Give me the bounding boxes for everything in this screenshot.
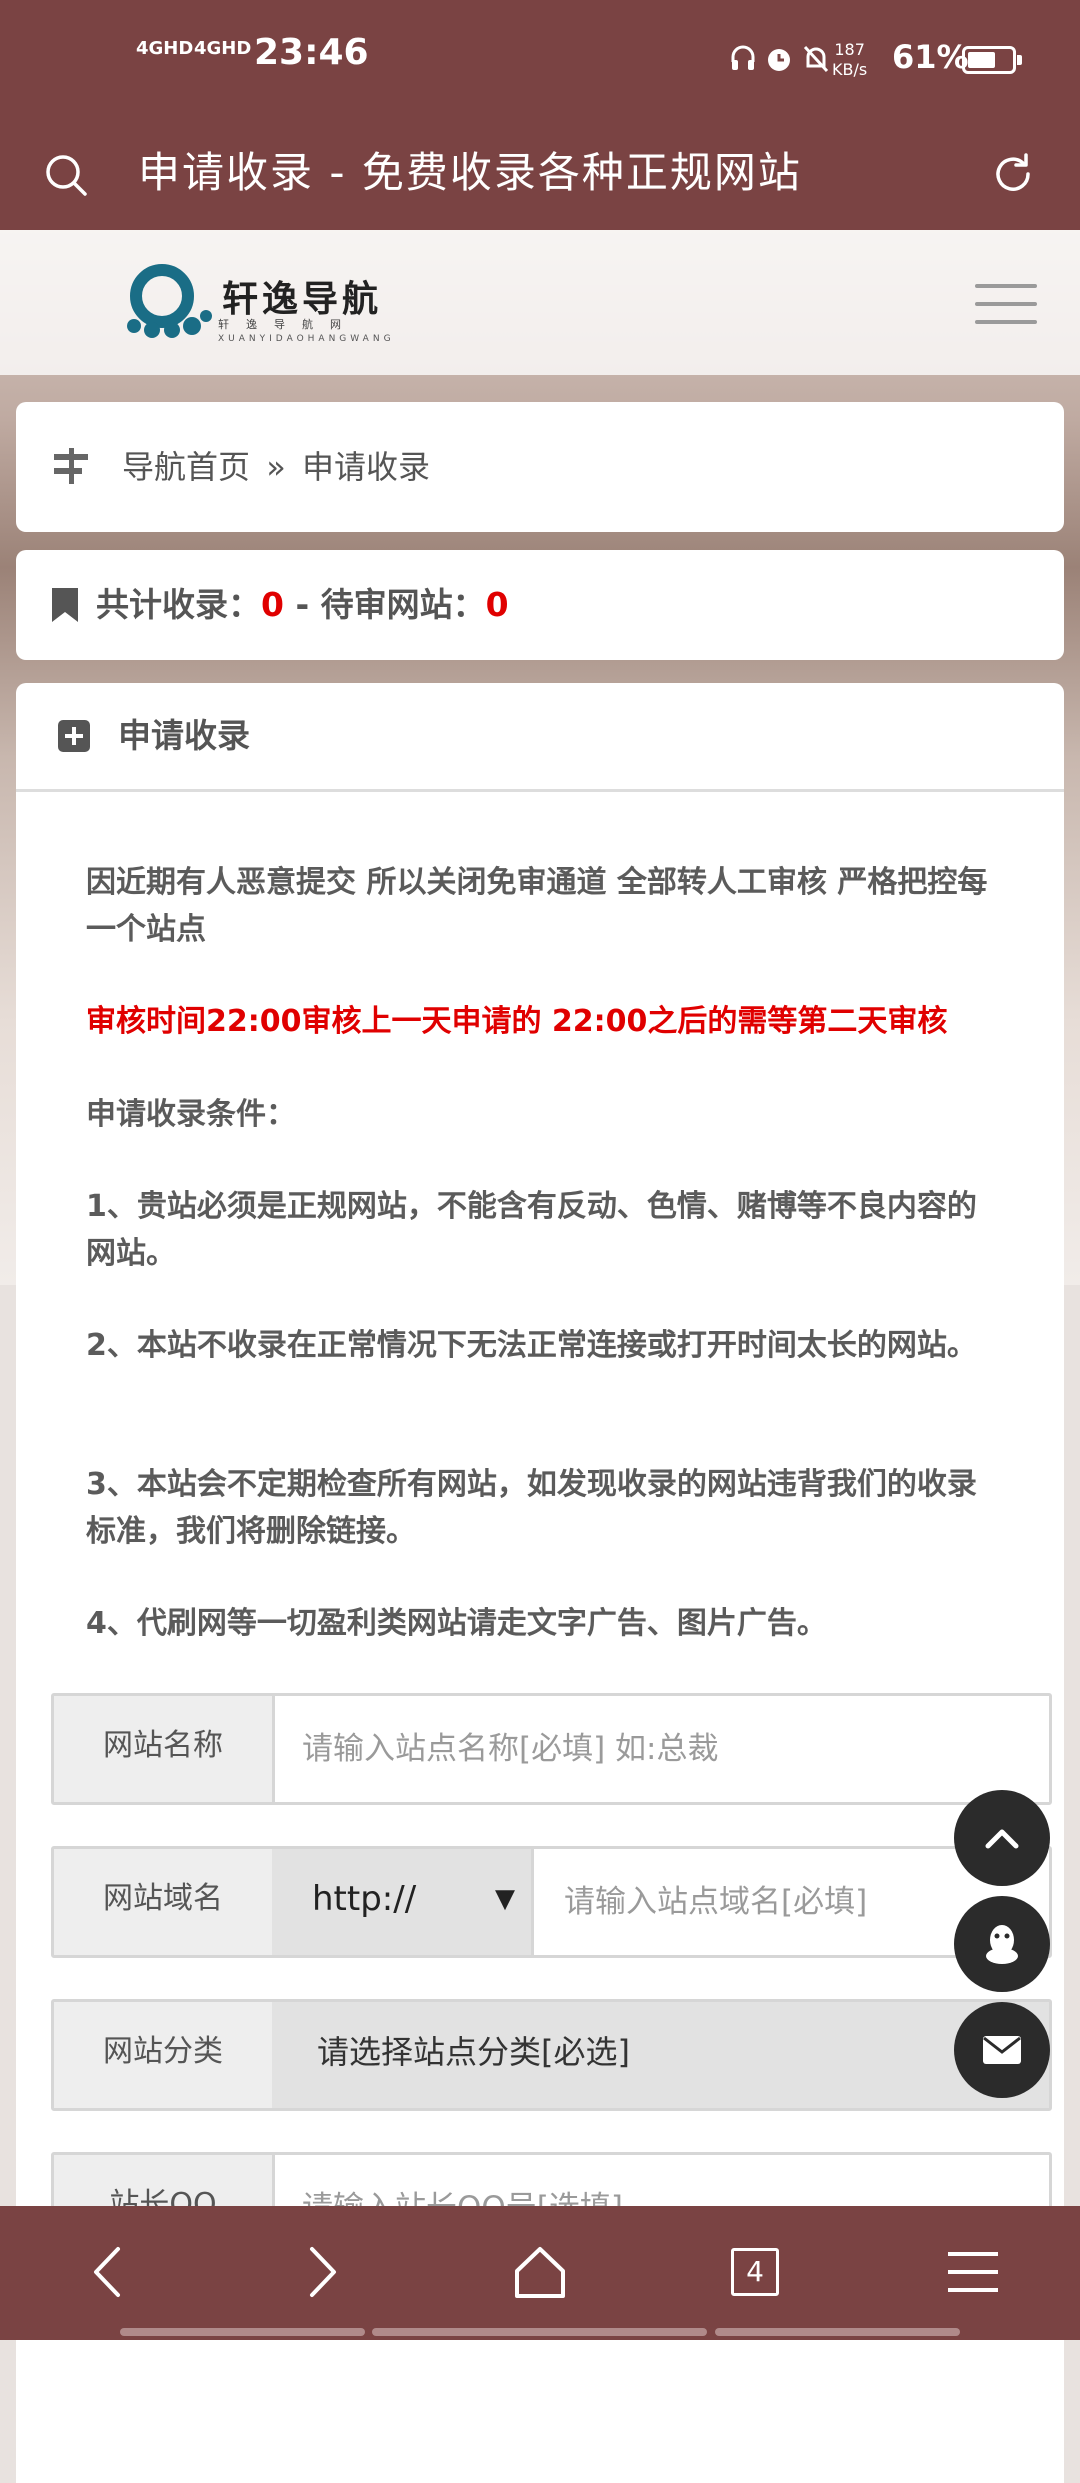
breadcrumb-trail: 导航首页 » 申请收录 <box>122 402 430 532</box>
email-contact-button[interactable] <box>954 2002 1050 2098</box>
chevron-left-icon <box>94 2247 120 2297</box>
site-logo-icon[interactable] <box>122 262 214 342</box>
net-speed-value: 187 <box>834 40 865 59</box>
refresh-icon[interactable] <box>990 151 1036 197</box>
tab-count: 4 <box>731 2248 779 2296</box>
back-to-top-button[interactable] <box>954 1790 1050 1886</box>
home-icon <box>515 2247 565 2298</box>
stats-text: 共计收录：0 - 待审网站：0 <box>96 550 509 660</box>
forward-button[interactable] <box>278 2232 368 2312</box>
stats-bar: 共计收录：0 - 待审网站：0 <box>16 550 1064 660</box>
site-category-select[interactable]: 请选择站点分类[必选] <box>272 2002 1049 2108</box>
site-category-row: 网站分类 请选择站点分类[必选] <box>51 1999 1052 2111</box>
bookmark-icon <box>52 588 78 622</box>
gesture-bar-center <box>372 2328 707 2336</box>
battery-percent: 61% <box>892 38 969 76</box>
site-name-input[interactable] <box>272 1696 1043 1802</box>
site-logo-pinyin: XUANYIDAOHANGWANG <box>218 334 395 344</box>
mute-bell-icon <box>803 45 829 73</box>
battery-icon <box>962 46 1022 74</box>
notice-manual-review: 因近期有人恶意提交 所以关闭免审通道 全部转人工审核 严格把控每一个站点 <box>86 865 988 947</box>
site-name-label: 网站名称 <box>54 1696 275 1802</box>
net-speed-unit: KB/s <box>832 60 868 79</box>
total-label: 共计收录： <box>96 585 261 624</box>
condition-3: 3、本站会不定期检查所有网站，如发现收录的网站违背我们的收录标准，我们将删除链接… <box>86 1467 977 1549</box>
tabs-button[interactable]: 4 <box>710 2232 800 2312</box>
page-title[interactable]: 申请收录 - 免费收录各种正规网站 <box>138 115 802 230</box>
breadcrumb: 导航首页 » 申请收录 <box>16 402 1064 532</box>
site-logo-text[interactable]: 轩逸导航 <box>222 270 382 322</box>
stats-separator: - <box>283 585 321 624</box>
plus-square-icon <box>58 720 90 752</box>
pending-label: 待审网站： <box>320 585 486 624</box>
site-name-row: 网站名称 <box>51 1693 1052 1805</box>
conditions-title: 申请收录条件： <box>86 1097 296 1132</box>
signpost-icon <box>54 448 88 484</box>
back-button[interactable] <box>62 2232 152 2312</box>
site-header: 轩逸导航 轩逸导航网 XUANYIDAOHANGWANG <box>0 230 1080 375</box>
total-count: 0 <box>261 585 284 624</box>
browser-bottom-nav: 4 <box>0 2206 1080 2340</box>
chevron-right-icon <box>310 2247 336 2297</box>
status-bar: 4GHD 4GHD 23:46 187 KB/s 61% <box>0 0 1080 115</box>
headphones-icon <box>731 45 755 70</box>
search-icon[interactable] <box>44 153 88 197</box>
panel-title: 申请收录 <box>118 716 250 755</box>
gesture-bar-right <box>715 2328 960 2336</box>
home-button[interactable] <box>495 2232 585 2312</box>
condition-1: 1、贵站必须是正规网站，不能含有反动、色情、赌博等不良内容的网站。 <box>86 1189 977 1271</box>
alarm-icon <box>768 49 790 71</box>
signal-indicator-2: 4GHD <box>194 38 252 59</box>
qq-contact-button[interactable] <box>954 1896 1050 1992</box>
breadcrumb-current: 申请收录 <box>301 448 430 486</box>
site-category-label: 网站分类 <box>54 2002 275 2108</box>
browser-title-bar: 申请收录 - 免费收录各种正规网站 <box>0 115 1080 230</box>
caret-down-icon: ▼ <box>495 1884 515 1914</box>
hamburger-icon[interactable] <box>975 284 1037 328</box>
chevron-up-icon <box>985 1829 1019 1849</box>
protocol-value: http:// <box>312 1879 417 1919</box>
clock: 23:46 <box>254 32 369 73</box>
envelope-icon <box>983 2036 1021 2064</box>
site-domain-label: 网站域名 <box>54 1849 275 1955</box>
notice-review-time: 审核时间22:00审核上一天申请的 22:00之后的需等第二天审核 <box>86 1004 948 1039</box>
condition-2: 2、本站不收录在正常情况下无法正常连接或打开时间太长的网站。 <box>86 1328 977 1363</box>
protocol-select[interactable]: http:// ▼ <box>272 1849 534 1955</box>
panel-header: 申请收录 <box>16 683 1064 792</box>
site-logo-subtitle: 轩逸导航网 <box>218 318 358 331</box>
network-speed: 187 KB/s <box>832 40 867 80</box>
gesture-bar-left <box>120 2328 365 2336</box>
signal-indicator-1: 4GHD <box>136 38 194 59</box>
menu-icon <box>948 2252 998 2292</box>
qq-penguin-icon <box>986 1925 1018 1964</box>
breadcrumb-separator: » <box>266 448 286 486</box>
pending-count: 0 <box>485 585 509 624</box>
condition-4: 4、代刷网等一切盈利类网站请走文字广告、图片广告。 <box>86 1606 827 1641</box>
site-domain-row: 网站域名 http:// ▼ <box>51 1846 1052 1958</box>
browser-menu-button[interactable] <box>928 2232 1018 2312</box>
breadcrumb-home-link[interactable]: 导航首页 <box>122 448 250 486</box>
